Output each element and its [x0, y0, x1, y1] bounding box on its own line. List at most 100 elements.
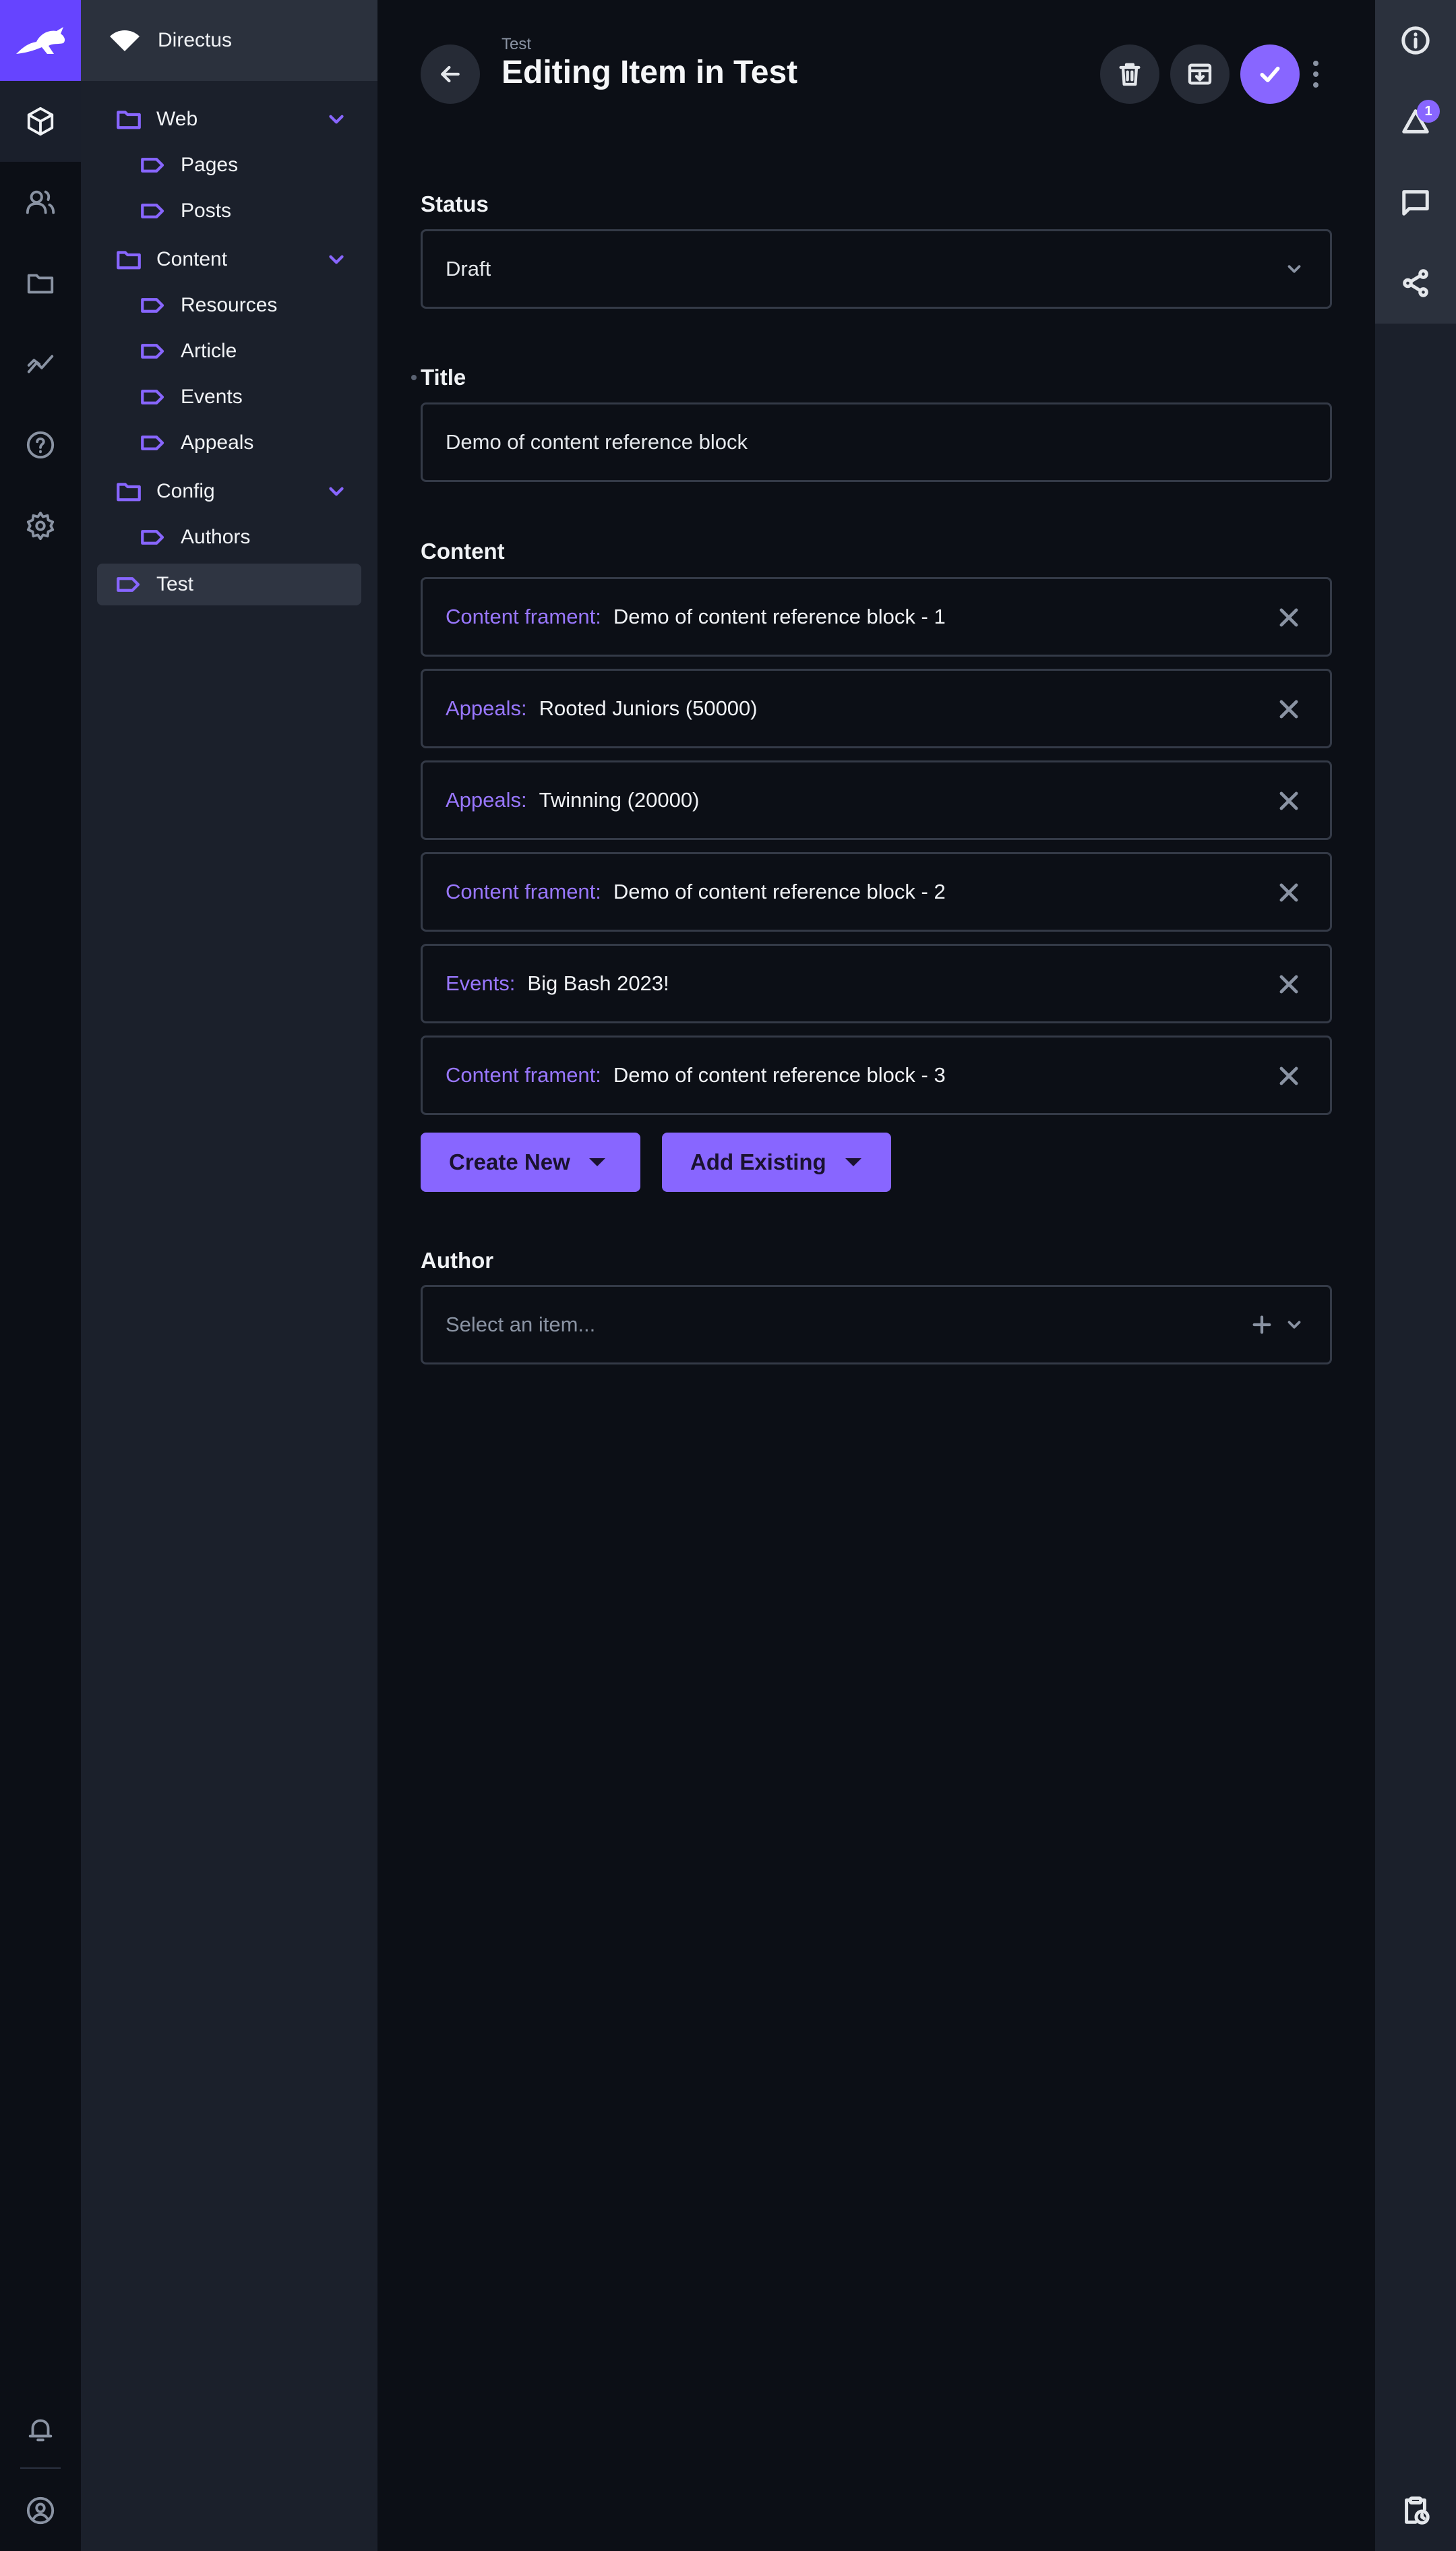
nav-label: Web [156, 108, 198, 130]
module-help[interactable] [0, 404, 81, 485]
create-new-button[interactable]: Create New [421, 1133, 640, 1192]
content-item-collection: Appeals: [446, 696, 527, 720]
content-item[interactable]: Events: Big Bash 2023! [421, 944, 1332, 1023]
revisions-button[interactable]: 1 [1375, 81, 1456, 162]
caret-down-icon [845, 1158, 861, 1166]
users-icon [26, 190, 55, 214]
share-icon [1403, 269, 1428, 297]
comments-button[interactable] [1375, 162, 1456, 243]
content-item[interactable]: Appeals: Twinning (20000) [421, 760, 1332, 840]
check-icon [1260, 66, 1280, 82]
add-existing-label: Add Existing [690, 1149, 826, 1174]
status-value: Draft [446, 257, 491, 280]
close-icon[interactable] [1276, 605, 1302, 630]
nav-item-resources[interactable]: Resources [139, 284, 277, 326]
label-icon [117, 577, 140, 592]
nav-item-authors[interactable]: Authors [139, 516, 250, 558]
bell-icon [28, 2419, 53, 2442]
required-indicator [411, 375, 417, 380]
content-item-value: Rooted Juniors (50000) [539, 696, 758, 720]
more-options-button[interactable] [1308, 61, 1324, 88]
chevron-down-icon[interactable] [325, 108, 348, 131]
content-item-collection: Content frament: [446, 605, 601, 628]
nav-item-posts[interactable]: Posts [139, 190, 231, 232]
content-item-collection: Events: [446, 971, 516, 995]
nav-label: Appeals [181, 431, 254, 454]
content-item-value: Demo of content reference block - 3 [613, 1063, 946, 1087]
content-item-value: Demo of content reference block - 2 [613, 880, 946, 903]
close-icon[interactable] [1276, 788, 1302, 814]
info-button[interactable] [1375, 0, 1456, 81]
label-icon [141, 298, 164, 313]
nav-item-pages[interactable]: Pages [139, 144, 238, 186]
archive-icon [1188, 63, 1212, 85]
nav-item-test[interactable]: Test [115, 564, 193, 605]
title-input[interactable]: Demo of content reference block [421, 402, 1332, 482]
arrow-left-icon [441, 65, 460, 83]
project-info[interactable]: Directus [81, 0, 377, 81]
content-item-collection: Content frament: [446, 1063, 601, 1087]
nav-item-appeals[interactable]: Appeals [139, 422, 253, 464]
module-settings[interactable] [0, 485, 81, 566]
module-content[interactable] [0, 81, 81, 162]
chevron-down-icon[interactable] [1284, 1315, 1304, 1335]
nav-label: Config [156, 480, 215, 502]
nav-label: Pages [181, 154, 239, 176]
chevron-down-icon[interactable] [325, 248, 348, 271]
nav-item-events[interactable]: Events [139, 376, 243, 418]
user-profile-button[interactable] [0, 2470, 81, 2551]
module-bar [0, 0, 81, 2551]
module-files[interactable] [0, 243, 81, 324]
more-vert-icon [1313, 61, 1318, 66]
nav-item-article[interactable]: Article [139, 330, 237, 372]
rabbit-logo-icon [16, 27, 65, 54]
module-users[interactable] [0, 162, 81, 243]
back-button[interactable] [421, 44, 480, 104]
add-existing-button[interactable]: Add Existing [662, 1133, 891, 1192]
trash-icon [1119, 63, 1141, 86]
gear-icon [26, 511, 55, 541]
label-icon [141, 390, 164, 404]
content-item[interactable]: Content frament: Demo of content referen… [421, 1036, 1332, 1115]
module-insights[interactable] [0, 324, 81, 404]
archive-button[interactable] [1170, 44, 1230, 104]
title-label: Title [421, 365, 466, 390]
close-icon[interactable] [1276, 971, 1302, 997]
status-dropdown[interactable]: Draft [421, 229, 1332, 309]
breadcrumb[interactable]: Test [502, 35, 531, 54]
navigation-panel: Directus Web Pages Posts Content Resourc… [81, 0, 377, 2551]
save-button[interactable] [1240, 44, 1300, 104]
account-circle-icon [26, 2496, 55, 2525]
title-value: Demo of content reference block [446, 430, 748, 454]
nav-label: Authors [181, 526, 251, 548]
chevron-down-icon[interactable] [325, 480, 348, 503]
nav-label: Resources [181, 294, 278, 316]
delete-button[interactable] [1100, 44, 1159, 104]
content-item[interactable]: Content frament: Demo of content referen… [421, 577, 1332, 657]
activity-log-button[interactable] [1375, 2470, 1456, 2551]
module-bar-divider [20, 2467, 61, 2469]
notifications-button[interactable] [0, 2389, 81, 2470]
share-button[interactable] [1375, 243, 1456, 324]
plus-icon[interactable] [1250, 1313, 1273, 1336]
close-icon[interactable] [1276, 1063, 1302, 1089]
content-item-value: Twinning (20000) [539, 788, 700, 812]
content-item[interactable]: Content frament: Demo of content referen… [421, 852, 1332, 932]
nav-label: Posts [181, 200, 232, 222]
clipboard-clock-icon [1405, 2496, 1430, 2525]
caret-down-icon [588, 1158, 605, 1166]
folder-icon [117, 251, 141, 270]
label-icon [141, 344, 164, 359]
close-icon[interactable] [1276, 696, 1302, 722]
close-icon[interactable] [1276, 880, 1302, 905]
nav-label: Events [181, 386, 243, 408]
nav-folder-web[interactable]: Web [115, 98, 348, 140]
author-placeholder: Select an item... [446, 1313, 596, 1336]
author-select[interactable]: Select an item... [421, 1285, 1332, 1364]
folder-icon [117, 111, 141, 129]
nav-folder-content[interactable]: Content [115, 239, 348, 280]
cube-icon [27, 107, 54, 136]
content-item[interactable]: Appeals: Rooted Juniors (50000) [421, 669, 1332, 748]
directus-logo[interactable] [0, 0, 81, 81]
nav-folder-config[interactable]: Config [115, 471, 348, 512]
